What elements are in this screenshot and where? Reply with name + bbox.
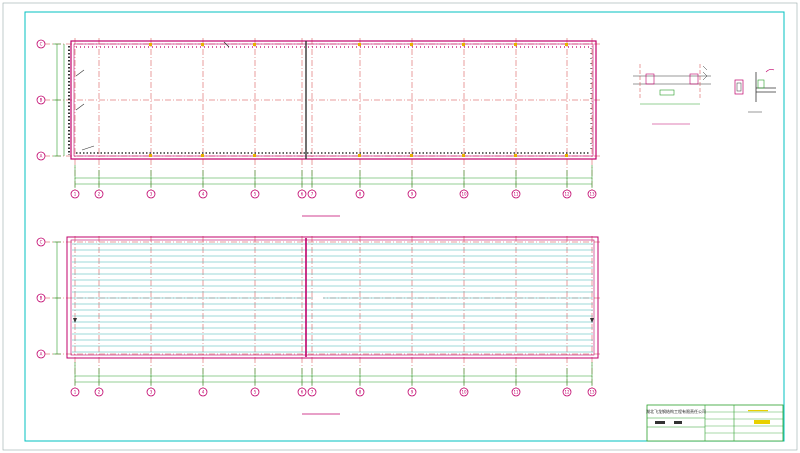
axis-label: 3 (150, 390, 153, 395)
top-plan-leader-4 (223, 41, 230, 48)
axis-label: A (40, 352, 43, 357)
axis-label: 11 (513, 192, 519, 197)
axis-label: 13 (589, 192, 595, 197)
top-plan-grid-vertical (74, 38, 593, 190)
top-plan-bottom-dims (74, 165, 593, 188)
bottom-plan-axis-labels-bottom: 1 2 3 4 5 6 7 8 9 10 11 12 13 (74, 390, 595, 395)
axis-label: 7 (311, 192, 314, 197)
top-plan-grid-horizontal (44, 43, 600, 157)
cad-drawing-sheet: 1 2 3 4 5 6 7 8 9 10 11 12 13 C B A 1 2 … (2, 2, 798, 451)
axis-label: 1 (74, 192, 77, 197)
axis-label: B (40, 98, 43, 103)
detail-b (734, 69, 776, 113)
bottom-plan-wall-inner (70, 239, 595, 356)
axis-label: 12 (564, 192, 570, 197)
axis-label: 10 (461, 192, 467, 197)
axis-label: 6 (301, 192, 304, 197)
bottom-plan-purlin-hatch (72, 243, 593, 353)
axis-label: B (40, 296, 43, 301)
sheet-outer-border (2, 2, 798, 451)
axis-label: 5 (254, 390, 257, 395)
detail-a (633, 64, 711, 125)
top-plan-left-dims (53, 43, 65, 157)
bottom-plan-grid-vertical (74, 236, 593, 388)
top-plan-axis-labels-left: C B A (40, 42, 43, 159)
axis-label: 8 (359, 192, 362, 197)
axis-label: 13 (589, 390, 595, 395)
top-plan-leader-3 (81, 145, 95, 151)
axis-label: A (40, 154, 43, 159)
bottom-plan-axis-labels-left: C B A (40, 240, 43, 357)
axis-label: 3 (150, 192, 153, 197)
top-plan-leader-1 (75, 69, 85, 77)
title-block-company: 湖北飞龙钢结构工程有限责任公司 (646, 408, 706, 414)
top-plan-axis-labels-bottom: 1 2 3 4 5 6 7 8 9 10 11 12 13 (74, 192, 595, 197)
axis-label: 9 (411, 390, 414, 395)
axis-label: 6 (301, 390, 304, 395)
axis-label: 12 (564, 390, 570, 395)
axis-label: 1 (74, 390, 77, 395)
top-plan: 1 2 3 4 5 6 7 8 9 10 11 12 13 C B A (36, 38, 600, 217)
axis-label: 10 (461, 390, 467, 395)
top-plan-leader-2 (75, 103, 85, 111)
axis-label: 11 (513, 390, 519, 395)
axis-label: 2 (98, 390, 101, 395)
axis-label: C (40, 240, 43, 245)
axis-label: 7 (311, 390, 314, 395)
axis-label: 8 (359, 390, 362, 395)
title-block: 湖北飞龙钢结构工程有限责任公司 (646, 404, 784, 442)
axis-label: 5 (254, 192, 257, 197)
axis-label: C (40, 42, 43, 47)
axis-label: 9 (411, 192, 414, 197)
bottom-plan-center-label (313, 296, 323, 299)
bottom-plan: 1 2 3 4 5 6 7 8 9 10 11 12 13 C B A (36, 236, 600, 415)
sheet-frame (24, 11, 785, 442)
bottom-plan-bottom-dims (74, 362, 593, 386)
axis-label: 2 (98, 192, 101, 197)
bottom-plan-left-dims (53, 241, 61, 355)
axis-label: 4 (202, 192, 205, 197)
axis-label: 4 (202, 390, 205, 395)
